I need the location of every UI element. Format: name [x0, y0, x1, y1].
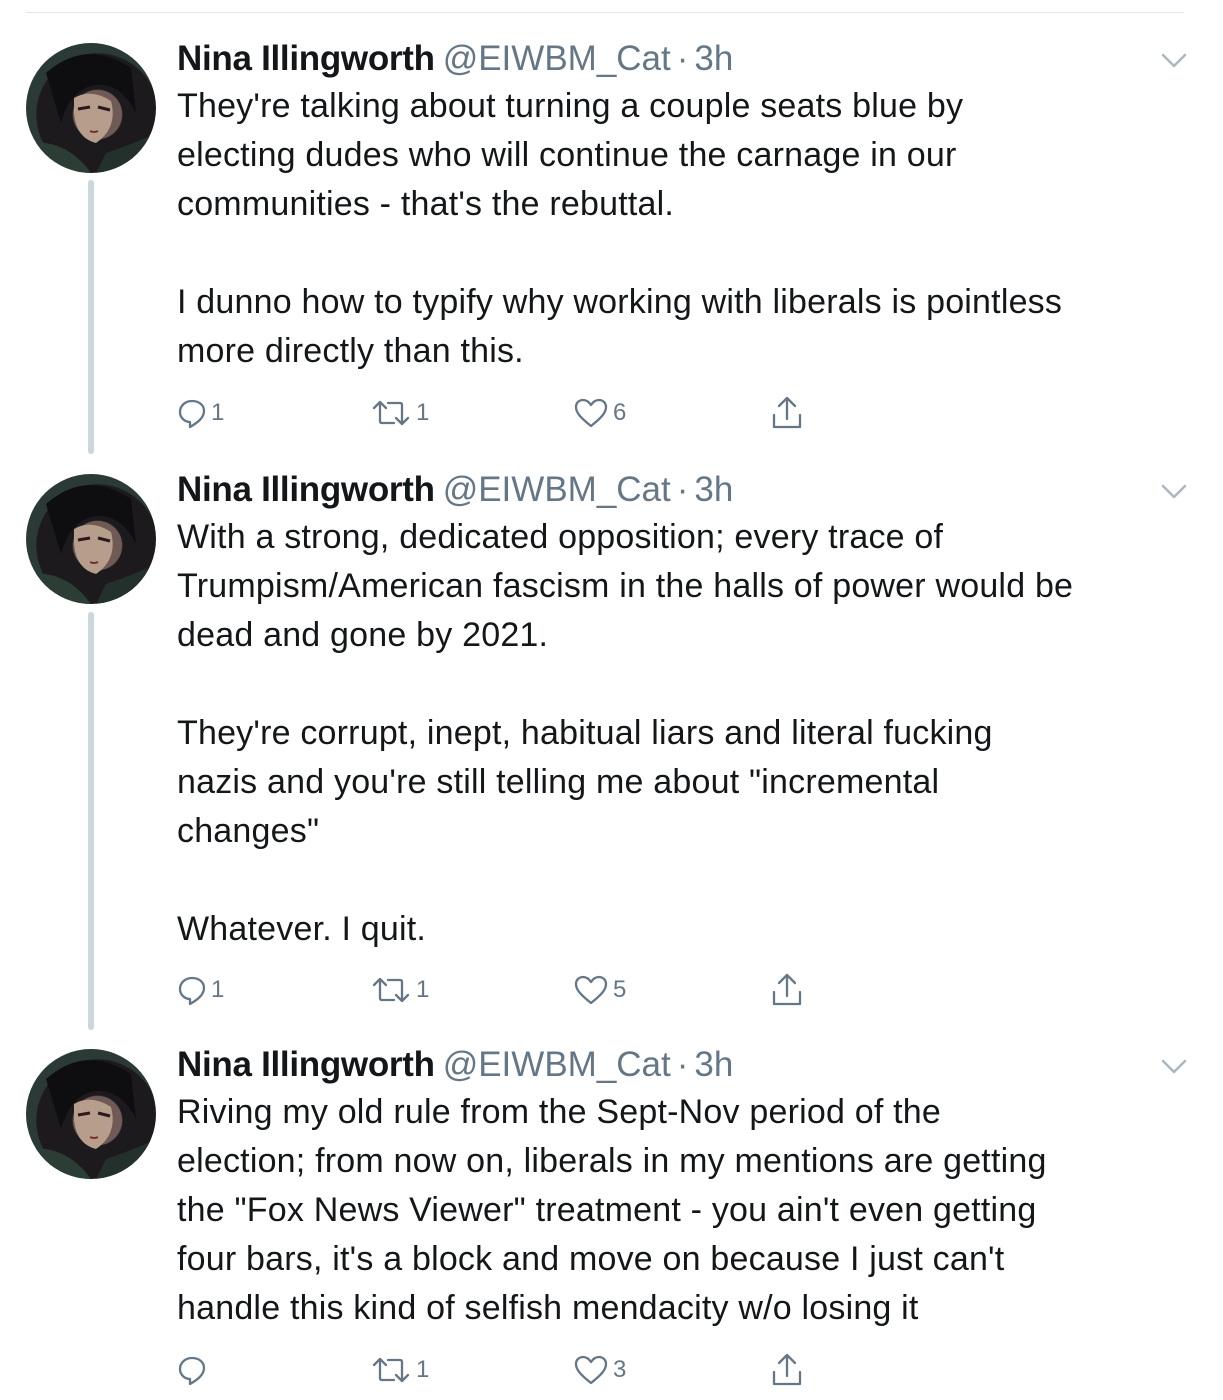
chevron-down-icon[interactable]: [1160, 1058, 1188, 1076]
author-handle[interactable]: @EIWBM_Cat: [443, 1045, 671, 1084]
avatar-image: [26, 1060, 156, 1179]
tweet-header: Nina Illingworth @EIWBM_Cat · 3h: [177, 37, 733, 81]
like-count: 3: [613, 1356, 627, 1383]
author-name[interactable]: Nina Illingworth: [177, 1045, 435, 1084]
like-count: 6: [613, 399, 627, 426]
thread-line: [88, 180, 94, 454]
retweet-icon: [372, 977, 410, 1003]
reply-icon: [178, 976, 206, 1006]
tweet-text: With a strong, dedicated opposition; eve…: [177, 518, 1074, 948]
author-handle[interactable]: @EIWBM_Cat: [443, 39, 671, 78]
heart-icon: [574, 1355, 608, 1385]
reply-button[interactable]: 1: [177, 395, 224, 431]
tweet-text: Riving my old rule from the Sept-Nov per…: [177, 1093, 1047, 1327]
share-icon: [772, 973, 802, 1006]
share-button[interactable]: [770, 972, 804, 1008]
like-count: 5: [613, 976, 627, 1003]
author-name[interactable]: Nina Illingworth: [177, 39, 435, 78]
reply-count: 1: [211, 976, 225, 1003]
avatar[interactable]: [26, 43, 156, 173]
separator-dot: ·: [676, 470, 689, 509]
top-divider: [26, 12, 1184, 13]
tweet-header: Nina Illingworth @EIWBM_Cat · 3h: [177, 1043, 733, 1087]
timestamp[interactable]: 3h: [694, 39, 733, 78]
retweet-button[interactable]: 1: [370, 972, 429, 1008]
like-button[interactable]: 6: [573, 395, 626, 431]
chevron-down-icon[interactable]: [1160, 483, 1188, 501]
retweet-icon: [372, 400, 410, 426]
tweet-header: Nina Illingworth @EIWBM_Cat · 3h: [177, 468, 733, 512]
retweet-count: 1: [416, 399, 430, 426]
heart-icon: [574, 975, 608, 1005]
retweet-button[interactable]: 1: [370, 1352, 429, 1388]
timestamp[interactable]: 3h: [694, 1045, 733, 1084]
separator-dot: ·: [676, 1045, 689, 1084]
retweet-count: 1: [416, 1356, 430, 1383]
share-icon: [772, 1353, 802, 1386]
like-button[interactable]: 5: [573, 972, 626, 1008]
heart-icon: [574, 398, 608, 428]
reply-icon: [178, 399, 206, 429]
retweet-icon: [372, 1357, 410, 1383]
share-icon: [772, 396, 802, 429]
thread-line: [88, 612, 94, 1030]
author-handle[interactable]: @EIWBM_Cat: [443, 470, 671, 509]
reply-button[interactable]: 1: [177, 972, 224, 1008]
reply-count: 1: [211, 399, 225, 426]
separator-dot: ·: [676, 39, 689, 78]
tweet-text: They're talking about turning a couple s…: [177, 87, 1063, 370]
reply-button[interactable]: [177, 1352, 211, 1388]
avatar[interactable]: [26, 1049, 156, 1179]
avatar-image: [26, 54, 156, 173]
share-button[interactable]: [770, 395, 804, 431]
chevron-down-icon[interactable]: [1160, 52, 1188, 70]
retweet-button[interactable]: 1: [370, 395, 429, 431]
avatar-image: [26, 485, 156, 604]
avatar[interactable]: [26, 474, 156, 604]
retweet-count: 1: [416, 976, 430, 1003]
share-button[interactable]: [770, 1352, 804, 1388]
reply-icon: [178, 1356, 206, 1386]
like-button[interactable]: 3: [573, 1352, 626, 1388]
author-name[interactable]: Nina Illingworth: [177, 470, 435, 509]
timestamp[interactable]: 3h: [694, 470, 733, 509]
